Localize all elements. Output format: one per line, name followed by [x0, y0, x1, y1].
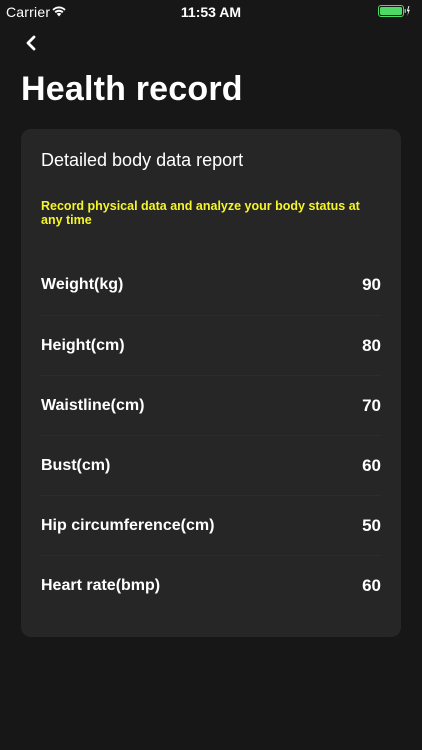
row-value: 90 [362, 275, 381, 294]
battery-icon [378, 5, 410, 17]
row-bust: Bust(cm) 60 [41, 435, 381, 495]
row-label: Heart rate(bmp) [41, 576, 161, 594]
row-label: Bust(cm) [41, 456, 111, 474]
page-title: Health record [21, 70, 243, 108]
row-label: Weight(kg) [41, 276, 124, 293]
row-heart-rate: Heart rate(bmp) 60 [41, 555, 381, 615]
report-card: Detailed body data report Record physica… [21, 129, 401, 637]
row-value: 60 [362, 455, 381, 475]
report-title: Detailed body data report [41, 150, 244, 170]
row-label: Height(cm) [41, 336, 125, 354]
row-waistline: Waistline(cm) 70 [41, 375, 381, 435]
status-bar: Carrier 11:53 AM [0, 0, 422, 22]
row-value: 80 [362, 335, 381, 355]
row-weight: Weight(kg) 90 [41, 255, 381, 315]
back-button[interactable] [18, 31, 44, 55]
row-label: Waistline(cm) [41, 396, 145, 414]
status-time: 11:53 AM [180, 4, 242, 20]
row-value: 50 [362, 515, 381, 535]
row-value: 60 [362, 575, 381, 595]
row-height: Height(cm) 80 [41, 315, 381, 375]
row-label: Hip circumference(cm) [41, 516, 215, 534]
report-subtitle: Record physical data and analyze your bo… [41, 199, 360, 227]
body-data-list: Weight(kg) 90 Height(cm) 80 Waistline(cm… [41, 255, 381, 615]
row-value: 70 [362, 395, 381, 415]
row-hip-circumference: Hip circumference(cm) 50 [41, 495, 381, 555]
chevron-left-icon [26, 35, 36, 51]
